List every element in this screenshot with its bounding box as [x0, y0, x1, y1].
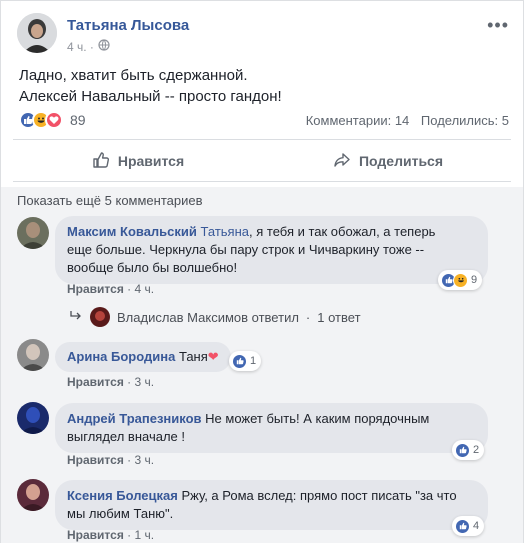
divider: [13, 139, 511, 140]
thumbs-up-icon: [92, 151, 110, 172]
comment-meta: Нравится · 3 ч.: [67, 453, 155, 467]
more-options-icon[interactable]: •••: [487, 15, 509, 36]
comment-text: , я тебя и так обожал, а теперь: [249, 224, 436, 239]
post-author-name[interactable]: Татьяна Лысова: [67, 17, 189, 34]
comment-reactions[interactable]: 4: [452, 516, 485, 536]
like-icon: [455, 442, 470, 458]
love-icon[interactable]: [45, 111, 63, 129]
reaction-count: 9: [471, 274, 478, 286]
share-button-label: Поделиться: [358, 153, 444, 169]
share-arrow-icon: [333, 151, 351, 172]
reply-count: 1 ответ: [317, 309, 361, 325]
comment-bubble: Максим Ковальский Татьяна, я тебя и так …: [55, 216, 488, 284]
comment-time[interactable]: 1 ч.: [135, 528, 155, 542]
author-avatar[interactable]: [17, 13, 57, 53]
like-button-label: Нравится: [117, 153, 185, 169]
reaction-count: 1: [250, 355, 257, 367]
post-stats: Комментарии: 14 Поделились: 5: [306, 113, 509, 128]
comment-bubble: Ксения Болецкая Ржу, а Рома вслед: прямо…: [55, 480, 488, 530]
shares-count[interactable]: Поделились: 5: [421, 113, 509, 128]
reactions-bar: 89 Комментарии: 14 Поделились: 5: [19, 109, 509, 131]
like-button[interactable]: Нравится: [13, 144, 263, 178]
comment-text: выглядел вначале !: [67, 429, 185, 444]
post-header: Татьяна Лысова 4 ч. · •••: [17, 13, 509, 57]
comment-like-link[interactable]: Нравится: [67, 282, 124, 296]
post-card: Татьяна Лысова 4 ч. · ••• Ладно, хватит …: [0, 0, 524, 543]
reply-arrow-icon: [69, 310, 83, 325]
post-time[interactable]: 4 ч. ·: [67, 40, 94, 54]
commenter-avatar[interactable]: [17, 339, 49, 371]
comment-like-link[interactable]: Нравится: [67, 375, 124, 389]
post-text-line: Ладно, хватит быть сдержанной.: [19, 67, 248, 84]
comment-author[interactable]: Андрей Трапезников: [67, 411, 202, 426]
comment-like-link[interactable]: Нравится: [67, 528, 124, 542]
comment-meta: Нравится · 3 ч.: [67, 375, 155, 389]
comment-text: Ржу, а Рома вслед: прямо пост писать "за…: [181, 488, 457, 503]
separator-dot: ·: [305, 309, 311, 325]
commenter-avatar[interactable]: [17, 479, 49, 511]
comment-time[interactable]: 4 ч.: [135, 282, 155, 296]
post-text-line: Алексей Навальный -- просто гандон!: [19, 88, 282, 105]
post-meta: 4 ч. ·: [67, 39, 110, 54]
commenter-avatar[interactable]: [17, 402, 49, 434]
comment-reactions[interactable]: 1: [229, 351, 262, 371]
comments-count[interactable]: Комментарии: 14: [306, 113, 410, 128]
post-actions: Нравится Поделиться: [13, 144, 513, 178]
heart-emoji-icon: ❤: [207, 349, 219, 364]
comment-meta: Нравится · 1 ч.: [67, 528, 155, 542]
share-button[interactable]: Поделиться: [263, 144, 513, 178]
reply-author-text: Владислав Максимов ответил: [117, 309, 299, 325]
comment-author[interactable]: Максим Ковальский: [67, 224, 197, 239]
replier-avatar: [90, 307, 110, 327]
comment-text: вообще было бы волшебно!: [67, 260, 238, 275]
reaction-count: 4: [473, 520, 480, 532]
divider: [13, 181, 511, 182]
comment-bubble: Андрей Трапезников Не может быть! А каки…: [55, 403, 488, 453]
comment-text: мы любим Таню".: [67, 506, 174, 521]
comment-reactions[interactable]: 2: [452, 440, 485, 460]
like-icon: [232, 353, 247, 369]
comment-bubble: Арина Бородина Таня❤: [55, 342, 231, 372]
commenter-avatar[interactable]: [17, 217, 49, 249]
comment-author[interactable]: Ксения Болецкая: [67, 488, 178, 503]
like-icon: [455, 518, 470, 534]
replies-link[interactable]: Владислав Максимов ответил · 1 ответ: [69, 307, 361, 327]
comment-meta: Нравится · 4 ч.: [67, 282, 155, 296]
comment-text: еще больше. Черкнула бы пару строк и Чич…: [67, 242, 425, 257]
reaction-count: 2: [473, 444, 480, 456]
globe-icon: [98, 39, 110, 54]
comment-reactions[interactable]: 9: [438, 270, 483, 290]
comment-author[interactable]: Арина Бородина: [67, 349, 175, 364]
post-text: Ладно, хватит быть сдержанной. Алексей Н…: [19, 65, 282, 107]
comment-text: Не может быть! А каким порядочным: [205, 411, 430, 426]
comment-time[interactable]: 3 ч.: [135, 453, 155, 467]
show-more-comments-link[interactable]: Показать ещё 5 комментариев: [17, 193, 203, 208]
comment-time[interactable]: 3 ч.: [135, 375, 155, 389]
haha-icon: [453, 272, 468, 288]
reaction-count[interactable]: 89: [70, 112, 86, 128]
comment-like-link[interactable]: Нравится: [67, 453, 124, 467]
mention-tag[interactable]: Татьяна: [201, 224, 249, 239]
comment-text: Таня: [178, 349, 208, 364]
